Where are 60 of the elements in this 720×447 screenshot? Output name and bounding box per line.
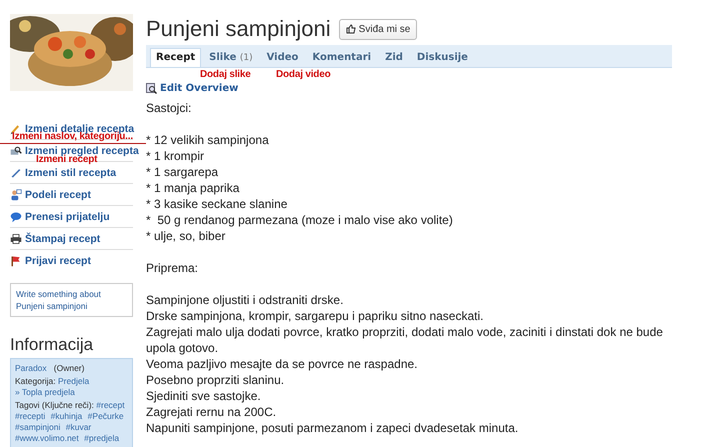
tab[interactable]: Recept — [150, 48, 202, 67]
tab[interactable]: Video — [260, 48, 304, 67]
tab[interactable]: Slike (1) — [203, 48, 259, 67]
step-line: Sjediniti sve sastojke. — [146, 388, 262, 404]
ingredient-line: * 50 g rendanog parmezana (moze i malo vise ako volite) — [146, 212, 454, 228]
action-icon — [10, 210, 22, 222]
ingredient-line: * 1 krompir — [146, 148, 206, 164]
tag-link[interactable]: #predjela — [84, 433, 120, 443]
ingredient-line: * 3 kasike seckane slanine — [146, 196, 288, 212]
section-label: Priprema: — [146, 260, 200, 276]
annotation-text: Dodaj slike — [200, 70, 251, 80]
note-field[interactable]: Write something about Punjeni sampinjoni — [10, 283, 133, 317]
tags-label: Tagovi (Ključne reči): — [15, 400, 94, 410]
step-line: Zagrejati malo ulja dodati povrce, kratko proprziti, dodati malo vode, zaciniti i dinstati dok ne bude upola gotovo. — [146, 324, 664, 356]
ingredient-line: * 1 sargarepa — [146, 164, 220, 180]
action-icon — [10, 144, 22, 156]
annotation-text: Izmeni naslov, kategoriju... — [12, 132, 133, 142]
step-line: Drske sampinjona, krompir, sargarepu i papriku sitno naseckati. — [146, 308, 484, 324]
step-line: Zagrejati rernu na 200C. — [146, 404, 278, 420]
tab[interactable]: Komentari — [306, 48, 378, 67]
annotation-text: Izmeni recept — [36, 155, 98, 165]
magnifier-icon — [146, 83, 157, 94]
ingredient-line: * 12 velikih sampinjona — [146, 132, 270, 148]
sidebar-link[interactable]: Prenesi prijatelju — [10, 210, 110, 222]
action-icon — [10, 166, 22, 178]
action-icon — [10, 232, 22, 244]
sidebar-link[interactable]: Podeli recept — [10, 188, 91, 200]
tag-link[interactable]: #sampinjoni — [15, 422, 60, 432]
tag-link[interactable]: #www.volimo.net — [15, 433, 79, 443]
category-label: Kategorija: — [15, 376, 56, 386]
tag-link[interactable]: #recepti — [15, 411, 46, 421]
tag-link[interactable]: #recept — [96, 400, 125, 410]
page-title: Punjeni sampinjoni — [146, 16, 331, 42]
tag-link[interactable]: #kuvar — [66, 422, 92, 432]
annotation-text: Dodaj video — [276, 70, 330, 80]
sidebar-link[interactable]: Izmeni stil recepta — [10, 166, 116, 178]
tab[interactable]: Zid — [379, 48, 409, 67]
action-icon — [10, 188, 22, 200]
tab[interactable]: Diskusije — [410, 48, 474, 67]
sidebar-link[interactable]: Štampaj recept — [10, 232, 100, 244]
section-heading: Informacija — [10, 335, 94, 355]
sidebar-link[interactable]: Prijavi recept — [10, 254, 91, 266]
category-link[interactable]: » Topla predjela — [15, 387, 75, 397]
edit-overview-link[interactable]: Edit Overview — [146, 83, 672, 94]
thumbs-up-icon — [346, 24, 356, 34]
step-line: Sampinjone oljustiti i odstraniti drske. — [146, 292, 344, 308]
section-label: Sastojci: — [146, 100, 192, 116]
tag-link[interactable]: #Pečurke — [88, 411, 124, 421]
step-line: Napuniti sampinjone, posuti parmezanom i zapeci dvadesetak minuta. — [146, 420, 520, 436]
action-icon — [10, 254, 22, 266]
step-line: Posebno proprziti slaninu. — [146, 372, 286, 388]
sidebar-link[interactable]: Izmeni pregled recepta — [10, 144, 139, 156]
like-button[interactable]: Sviđa mi se — [338, 18, 418, 40]
owner-role: (Owner) — [54, 363, 84, 373]
step-line: Veoma pazljivo mesajte da se povrce ne raspadne. — [146, 356, 418, 372]
owner-link[interactable]: Paradox — [15, 363, 47, 373]
category-link[interactable]: Predjela — [58, 376, 90, 386]
tag-link[interactable]: #kuhinja — [50, 411, 82, 421]
ingredient-line: * 1 manja paprika — [146, 180, 240, 196]
ingredient-line: * ulje, so, biber — [146, 228, 226, 244]
